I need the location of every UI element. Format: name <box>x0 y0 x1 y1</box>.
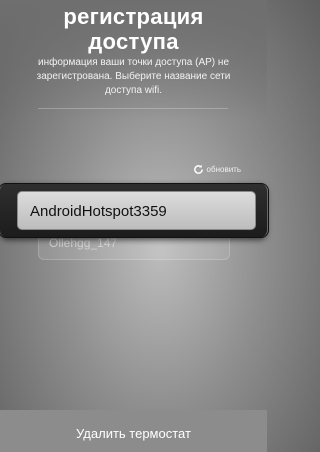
refresh-button[interactable]: обновить <box>193 164 241 175</box>
description-text: информация ваши точки доступа (AP) не за… <box>36 57 231 96</box>
selected-network-label: AndroidHotspot3359 <box>30 203 167 220</box>
title-line-1: регистрация <box>63 4 204 29</box>
network-name: Ollehgg_147 <box>49 236 118 250</box>
delete-thermostat-label: Удалить термостат <box>76 426 191 441</box>
title-line-2: доступа <box>88 29 179 54</box>
delete-thermostat-button[interactable]: Удалить термостат <box>0 410 267 452</box>
selected-network[interactable]: AndroidHotspot3359 <box>17 191 256 230</box>
divider <box>38 108 228 109</box>
refresh-label: обновить <box>206 165 241 174</box>
refresh-icon <box>193 164 203 174</box>
page-title: регистрация доступа <box>0 4 267 54</box>
